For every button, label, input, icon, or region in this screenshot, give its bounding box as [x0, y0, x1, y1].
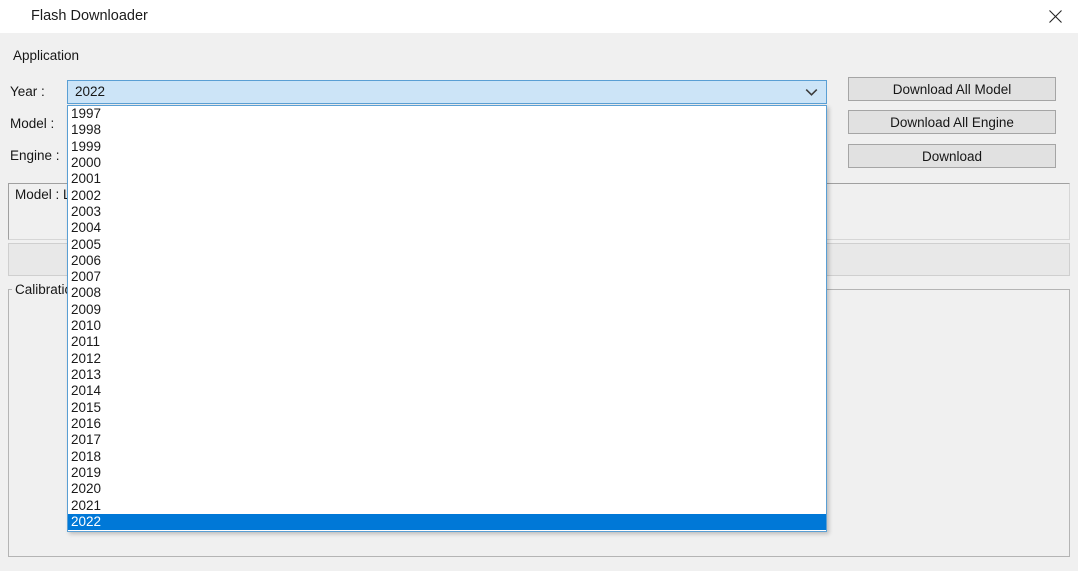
dropdown-item-2018[interactable]: 2018 [68, 449, 826, 465]
dropdown-item-2002[interactable]: 2002 [68, 188, 826, 204]
year-dropdown-list[interactable]: 1997 1998 1999 2000 2001 2002 2003 2004 2005 2006… [67, 105, 827, 532]
dropdown-item-2010[interactable]: 2010 [68, 318, 826, 334]
close-icon [1048, 9, 1062, 23]
download-button[interactable]: Download [848, 144, 1056, 168]
dropdown-item-2005[interactable]: 2005 [68, 237, 826, 253]
chevron-down-icon [802, 81, 820, 103]
application-group-label: Application [10, 48, 83, 63]
dropdown-item-1999[interactable]: 1999 [68, 139, 826, 155]
dropdown-item-2007[interactable]: 2007 [68, 269, 826, 285]
dropdown-item-2008[interactable]: 2008 [68, 285, 826, 301]
model-label: Model : [10, 116, 55, 131]
dropdown-item-2021[interactable]: 2021 [68, 498, 826, 514]
title-bar: Flash Downloader [0, 0, 1078, 34]
close-button[interactable] [1032, 0, 1078, 32]
window-title: Flash Downloader [31, 8, 148, 24]
dropdown-item-2015[interactable]: 2015 [68, 400, 826, 416]
dropdown-item-1998[interactable]: 1998 [68, 122, 826, 138]
flash-downloader-window: Flash Downloader Application Year : Mode… [0, 0, 1078, 571]
year-combobox[interactable]: 2022 [67, 80, 827, 104]
dropdown-item-2001[interactable]: 2001 [68, 171, 826, 187]
dropdown-item-2016[interactable]: 2016 [68, 416, 826, 432]
model-info-text: Model : L [15, 187, 71, 202]
dropdown-item-2020[interactable]: 2020 [68, 481, 826, 497]
dropdown-item-2000[interactable]: 2000 [68, 155, 826, 171]
dropdown-item-2019[interactable]: 2019 [68, 465, 826, 481]
engine-label: Engine : [10, 148, 60, 163]
dropdown-item-2022[interactable]: 2022 [68, 513, 826, 531]
dropdown-item-2013[interactable]: 2013 [68, 367, 826, 383]
dropdown-item-2017[interactable]: 2017 [68, 432, 826, 448]
dropdown-item-2009[interactable]: 2009 [68, 302, 826, 318]
dropdown-item-1997[interactable]: 1997 [68, 106, 826, 122]
download-all-engine-button[interactable]: Download All Engine [848, 110, 1056, 134]
dropdown-item-2006[interactable]: 2006 [68, 253, 826, 269]
dropdown-item-2003[interactable]: 2003 [68, 204, 826, 220]
dropdown-item-2011[interactable]: 2011 [68, 334, 826, 350]
client-area: Application Year : Model : Engine : Mode… [0, 33, 1078, 571]
dropdown-item-2014[interactable]: 2014 [68, 383, 826, 399]
dropdown-item-2004[interactable]: 2004 [68, 220, 826, 236]
dropdown-item-2012[interactable]: 2012 [68, 351, 826, 367]
download-all-model-button[interactable]: Download All Model [848, 77, 1056, 101]
year-label: Year : [10, 84, 45, 99]
year-combobox-value: 2022 [75, 84, 106, 99]
